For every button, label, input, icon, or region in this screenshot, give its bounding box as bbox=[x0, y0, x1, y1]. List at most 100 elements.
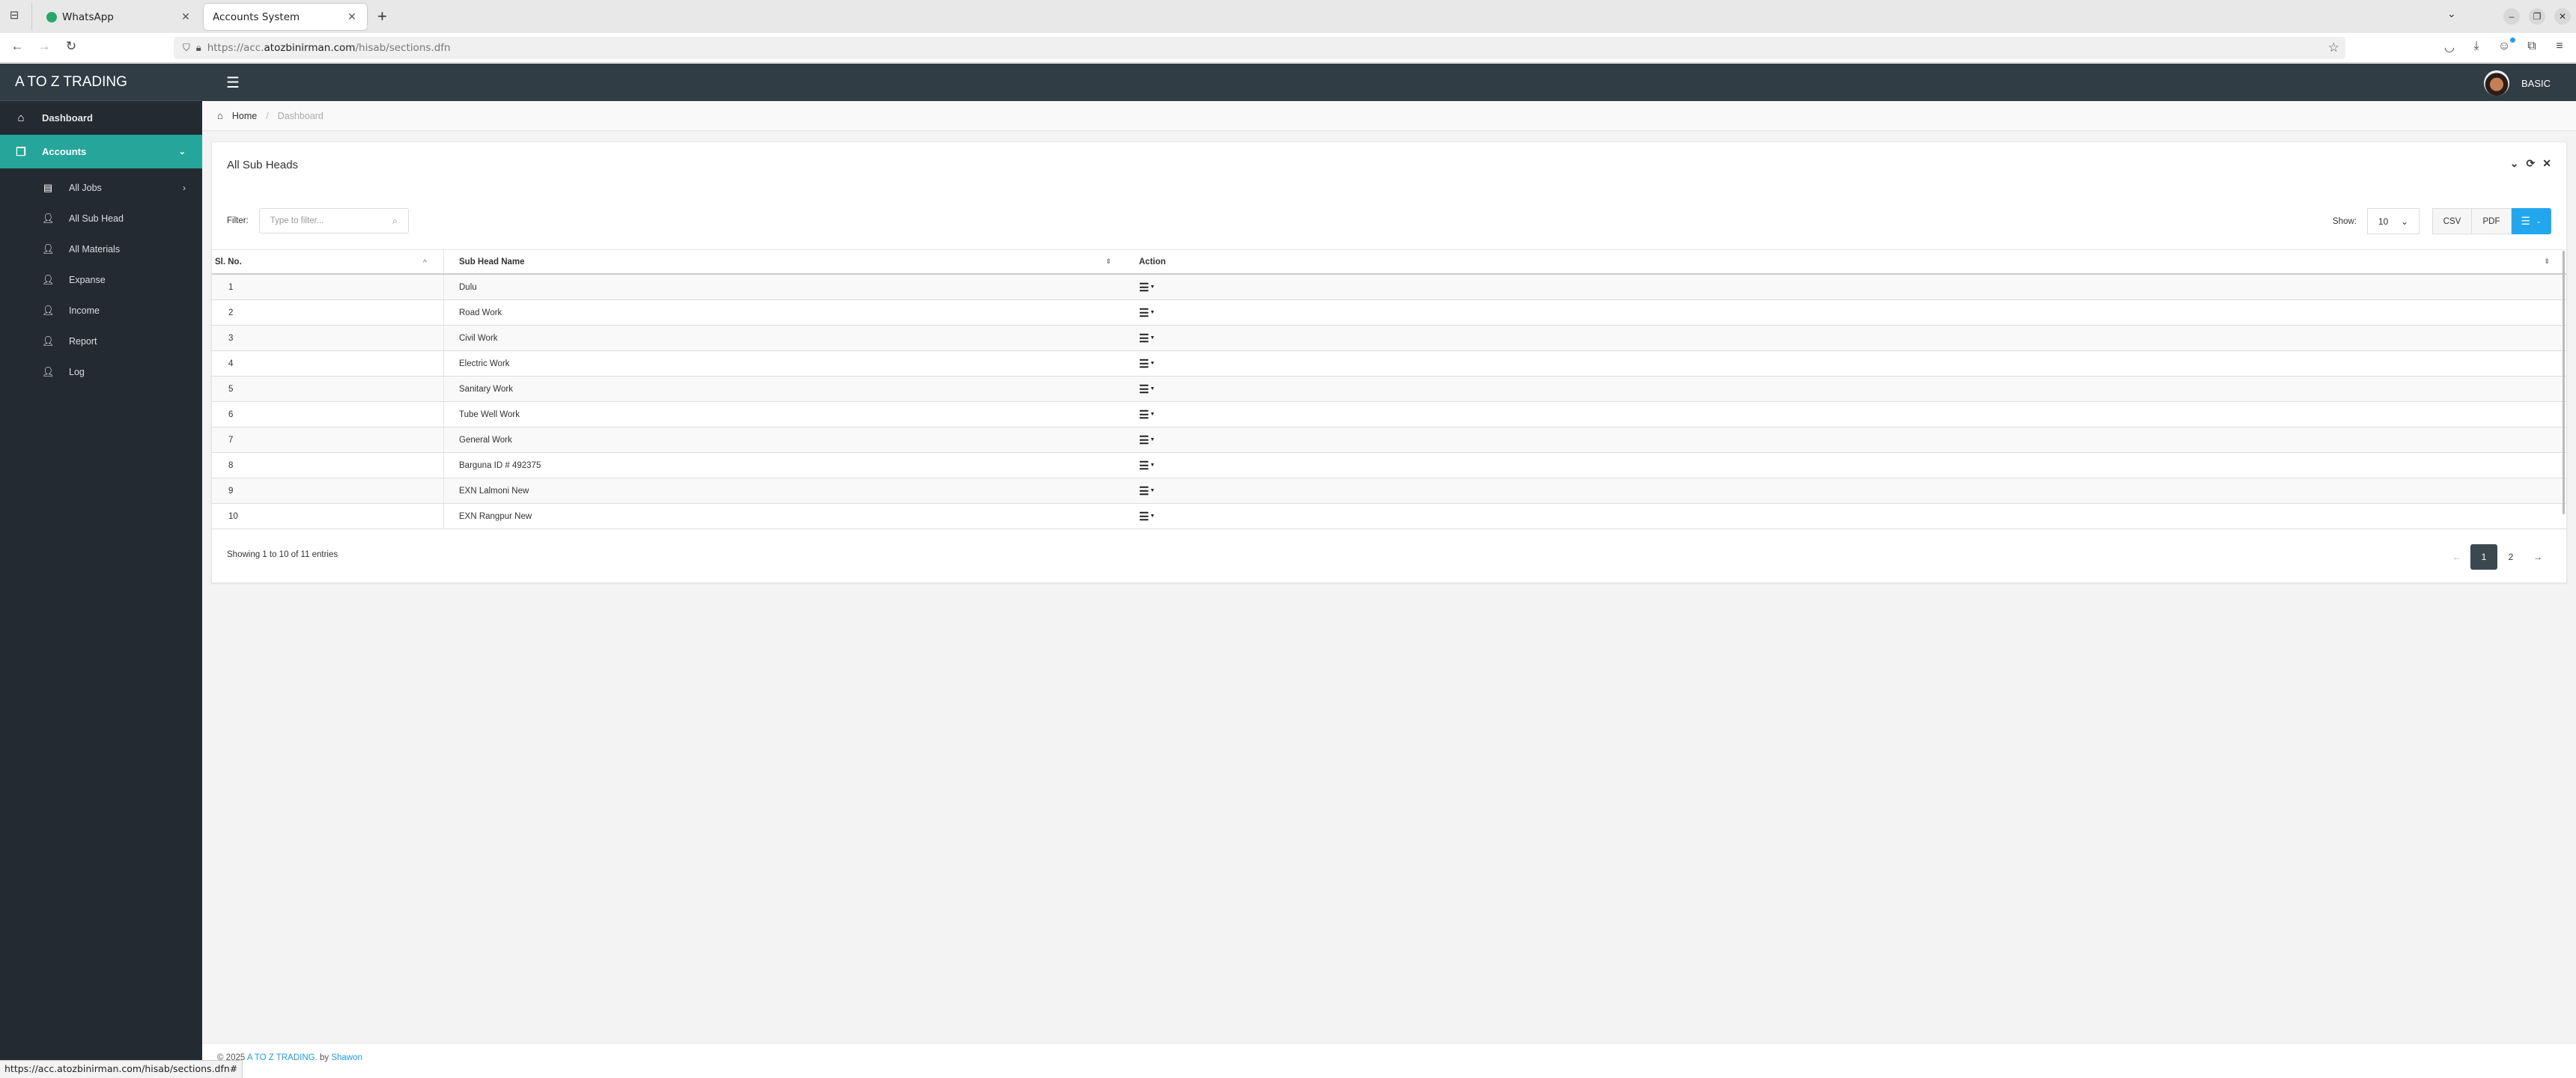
close-tab-icon[interactable]: ✕ bbox=[346, 11, 358, 23]
close-tab-icon[interactable]: ✕ bbox=[180, 11, 192, 23]
caret-down-icon: ⌄ bbox=[2536, 218, 2542, 225]
table-row: 10 EXN Rangpur New ☰ ▼ bbox=[212, 504, 2566, 529]
sidebar-item-dashboard[interactable]: ⌂ Dashboard bbox=[0, 101, 202, 135]
csv-button[interactable]: CSV bbox=[2432, 208, 2472, 234]
cell-action: ☰ ▼ bbox=[1128, 300, 2566, 325]
sidebar-item-accounts[interactable]: ❐ Accounts ⌄ bbox=[0, 135, 202, 168]
sidebar-item-label: Report bbox=[69, 335, 97, 347]
sidebar-item-label: Accounts bbox=[42, 146, 87, 157]
page-length-select[interactable]: 10 ⌄ bbox=[2367, 208, 2419, 234]
sub-heads-panel: All Sub Heads ⌄ ⟳ ✕ Filter: ⌕ Show: 10 ⌄… bbox=[211, 141, 2567, 583]
pagination: ← 1 2 → bbox=[2443, 544, 2551, 570]
sidebar-item-label: All Materials bbox=[69, 243, 121, 255]
restore-button[interactable]: ❐ bbox=[2529, 8, 2545, 25]
filter-input[interactable] bbox=[270, 216, 393, 225]
sidebar-subitem-all-jobs[interactable]: ▤ All Jobs › bbox=[0, 172, 202, 203]
cell-sl-no: 3 bbox=[212, 326, 444, 350]
panel-title: All Sub Heads bbox=[227, 159, 299, 171]
table-row: 6 Tube Well Work ☰ ▼ bbox=[212, 402, 2566, 427]
column-header-sl-no[interactable]: Sl. No. ^ bbox=[212, 250, 444, 273]
action-menu-button[interactable]: ☰ ▼ bbox=[1139, 510, 1155, 523]
sidebar-item-label: All Sub Head bbox=[69, 213, 124, 224]
action-menu-button[interactable]: ☰ ▼ bbox=[1139, 408, 1155, 421]
url-prefix: https://acc. bbox=[207, 42, 264, 54]
pagination-page-1[interactable]: 1 bbox=[2470, 544, 2497, 570]
browser-tab-accounts-system[interactable]: Accounts System ✕ bbox=[204, 4, 367, 30]
extensions-icon[interactable]: ⧉ bbox=[2524, 40, 2540, 53]
brand-logo[interactable]: A TO Z TRADING bbox=[0, 64, 202, 101]
back-icon[interactable]: ← bbox=[9, 39, 25, 54]
action-menu-button[interactable]: ☰ ▼ bbox=[1139, 433, 1155, 447]
action-menu-button[interactable]: ☰ ▼ bbox=[1139, 459, 1155, 472]
pagination-prev[interactable]: ← bbox=[2443, 544, 2470, 570]
sidebar-subitem-all-materials[interactable]: 👤︎ All Materials bbox=[0, 234, 202, 264]
sidebar-item-label: Log bbox=[69, 366, 85, 377]
chevron-down-icon: ⌄ bbox=[2400, 216, 2408, 227]
action-menu-button[interactable]: ☰ ▼ bbox=[1139, 383, 1155, 396]
breadcrumb-home-link[interactable]: Home bbox=[232, 111, 257, 121]
refresh-icon[interactable]: ⟳ bbox=[2527, 157, 2536, 170]
action-menu-button[interactable]: ☰ ▼ bbox=[1139, 332, 1155, 345]
cell-sub-head-name: Road Work bbox=[459, 308, 502, 317]
tab-list-icon[interactable]: ⊟ bbox=[6, 7, 22, 24]
list-icon: ☰ bbox=[1139, 510, 1149, 523]
column-visibility-button[interactable]: ☰ ⌄ bbox=[2512, 208, 2551, 234]
sidebar-subitem-income[interactable]: 👤︎ Income bbox=[0, 295, 202, 326]
sidebar-toggle-icon[interactable]: ☰ bbox=[226, 73, 240, 92]
user-menu[interactable]: BASIC bbox=[2483, 70, 2551, 96]
cell-sl-no: 6 bbox=[212, 402, 444, 427]
forward-icon[interactable]: → bbox=[36, 39, 52, 54]
bookmark-star-icon[interactable]: ☆ bbox=[2328, 40, 2339, 55]
close-icon[interactable]: ✕ bbox=[2542, 157, 2551, 170]
list-all-tabs-icon[interactable]: ⌄ bbox=[2447, 7, 2456, 20]
table-body: 1 Dulu ☰ ▼ 2 Road Work ☰ ▼ 3 Civil Work ☰ ▼ 4 Electri… bbox=[212, 275, 2566, 529]
new-tab-button[interactable]: + bbox=[377, 7, 387, 26]
browser-tab-whatsapp[interactable]: WhatsApp ✕ bbox=[37, 4, 201, 30]
column-header-sub-head-name[interactable]: Sub Head Name ⇕ bbox=[444, 250, 1128, 273]
pdf-button[interactable]: PDF bbox=[2472, 208, 2512, 234]
cell-sub-head-name: Dulu bbox=[459, 282, 477, 292]
sidebar-subitem-log[interactable]: 👤︎ Log bbox=[0, 356, 202, 387]
caret-down-icon: ▼ bbox=[1149, 412, 1155, 417]
action-menu-button[interactable]: ☰ ▼ bbox=[1139, 357, 1155, 371]
cell-action: ☰ ▼ bbox=[1128, 478, 2566, 503]
breadcrumb-current: Dashboard bbox=[277, 110, 323, 121]
sidebar-subitem-report[interactable]: 👤︎ Report bbox=[0, 326, 202, 356]
cell-action: ☰ ▼ bbox=[1128, 504, 2566, 529]
table-row: 4 Electric Work ☰ ▼ bbox=[212, 351, 2566, 377]
download-icon[interactable]: ⤓ bbox=[2468, 40, 2485, 53]
browser-nav-bar: ← → ↻ ⛉ 🔒︎ https://acc. atozbinirman.com /… bbox=[0, 33, 2576, 63]
close-window-button[interactable]: ✕ bbox=[2554, 8, 2571, 25]
table-scrollbar[interactable] bbox=[2563, 251, 2565, 514]
filter-box[interactable]: ⌕ bbox=[258, 208, 409, 234]
column-header-action[interactable]: Action ⇕ bbox=[1128, 250, 2566, 273]
notification-dot bbox=[2510, 37, 2515, 43]
pocket-icon[interactable]: ◡ bbox=[2441, 40, 2458, 55]
action-menu-button[interactable]: ☰ ▼ bbox=[1139, 484, 1155, 498]
app-menu-icon[interactable]: ≡ bbox=[2551, 40, 2568, 53]
action-menu-button[interactable]: ☰ ▼ bbox=[1139, 281, 1155, 294]
sidebar-subitem-all-sub-head[interactable]: 👤︎ All Sub Head bbox=[0, 203, 202, 234]
account-icon[interactable]: ☺ bbox=[2496, 40, 2512, 53]
chevron-down-icon: ⌄ bbox=[178, 147, 186, 156]
url-bar[interactable]: ⛉ 🔒︎ https://acc. atozbinirman.com/hisab/… bbox=[174, 37, 2345, 59]
pagination-page-2[interactable]: 2 bbox=[2497, 544, 2524, 570]
sidebar-subitem-expanse[interactable]: 👤︎ Expanse bbox=[0, 264, 202, 295]
reload-icon[interactable]: ↻ bbox=[63, 39, 79, 54]
avatar[interactable] bbox=[2483, 70, 2509, 96]
pagination-next[interactable]: → bbox=[2524, 544, 2551, 570]
column-label: Action bbox=[1139, 257, 1166, 267]
sidebar: ⌂ Dashboard ❐ Accounts ⌄ ▤ All Jobs › 👤︎… bbox=[0, 101, 202, 1078]
collapse-icon[interactable]: ⌄ bbox=[2510, 157, 2519, 170]
caret-down-icon: ▼ bbox=[1149, 310, 1155, 315]
user-add-icon: 👤︎ bbox=[42, 212, 55, 224]
shield-icon: ⛉ bbox=[183, 42, 190, 54]
action-menu-button[interactable]: ☰ ▼ bbox=[1139, 306, 1155, 320]
minimize-button[interactable]: – bbox=[2503, 8, 2520, 25]
company-link[interactable]: A TO Z TRADING. bbox=[247, 1053, 318, 1062]
table-row: 3 Civil Work ☰ ▼ bbox=[212, 326, 2566, 351]
breadcrumb: ⌂ Home / Dashboard bbox=[202, 101, 2576, 131]
author-link[interactable]: Shawon bbox=[331, 1053, 362, 1062]
cell-sl-no: 5 bbox=[212, 377, 444, 401]
by-text: by bbox=[319, 1053, 329, 1062]
